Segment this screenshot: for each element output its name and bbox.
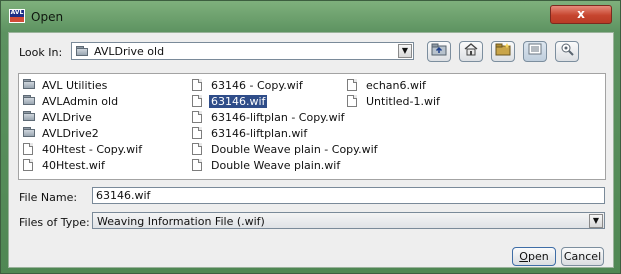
file-name: AVLAdmin old xyxy=(42,95,119,108)
folder-icon xyxy=(23,79,36,89)
open-button[interactable]: Open xyxy=(512,247,556,266)
file-name: 40Htest - Copy.wif xyxy=(42,143,143,156)
file-name: AVL Utilities xyxy=(42,79,108,92)
title-bar[interactable]: AVL Open x xyxy=(1,1,620,32)
folder-icon xyxy=(23,111,36,121)
file-name: 63146-liftplan.wif xyxy=(211,127,308,140)
file-name: 63146.wif xyxy=(207,94,269,109)
chevron-down-icon[interactable]: ▼ xyxy=(589,214,603,228)
file-name: echan6.wif xyxy=(366,79,426,92)
folder-icon xyxy=(23,127,36,137)
app-logo-icon: AVL xyxy=(9,9,25,23)
file-name-field[interactable]: 63146.wif xyxy=(92,187,605,204)
cancel-button[interactable]: Cancel xyxy=(561,247,604,266)
file-name-label: File Name: xyxy=(19,191,78,204)
folder-icon xyxy=(23,95,36,105)
up-one-level-button[interactable] xyxy=(427,41,451,62)
open-label: pen xyxy=(527,250,549,263)
details-view-icon xyxy=(561,43,574,56)
file-icon xyxy=(347,95,357,107)
dialog-body: Look In: AVLDrive old ▼ AVL Utilities AV… xyxy=(8,32,614,268)
file-icon xyxy=(23,159,33,171)
look-in-label: Look In: xyxy=(19,46,63,59)
file-icon xyxy=(347,79,357,91)
file-name: Untitled-1.wif xyxy=(366,95,440,108)
new-folder-icon xyxy=(495,43,511,56)
file-name: 63146 - Copy.wif xyxy=(211,79,303,92)
file-type-value: Weaving Information File (.wif) xyxy=(97,215,265,228)
close-icon: x xyxy=(577,7,585,21)
file-type-dropdown[interactable]: Weaving Information File (.wif) ▼ xyxy=(92,212,605,229)
file-type-label: Files of Type: xyxy=(19,216,90,229)
file-name: Double Weave plain - Copy.wif xyxy=(211,143,378,156)
file-list[interactable]: AVL Utilities AVLAdmin old AVLDrive AVLD… xyxy=(18,73,606,180)
list-view-button[interactable] xyxy=(523,41,547,62)
window-title: Open xyxy=(31,10,64,24)
file-name: 63146-liftplan - Copy.wif xyxy=(211,111,345,124)
open-dialog-window: AVL Open x Look In: AVLDrive old ▼ AVL U… xyxy=(0,0,621,274)
file-name: 40Htest.wif xyxy=(42,159,105,172)
home-icon xyxy=(464,43,478,56)
file-name: Double Weave plain.wif xyxy=(211,159,341,172)
open-mnemonic: O xyxy=(519,250,528,263)
close-button[interactable]: x xyxy=(550,5,612,24)
app-logo-text: AVL xyxy=(10,9,24,16)
file-icon xyxy=(23,143,33,155)
up-folder-icon xyxy=(431,43,447,56)
details-view-button[interactable] xyxy=(555,41,579,62)
list-view-icon xyxy=(528,43,542,55)
look-in-dropdown[interactable]: AVLDrive old ▼ xyxy=(71,42,414,60)
folder-icon xyxy=(76,46,89,56)
new-folder-button[interactable] xyxy=(491,41,515,62)
file-icon xyxy=(192,111,202,123)
home-button[interactable] xyxy=(459,41,483,62)
chevron-down-icon[interactable]: ▼ xyxy=(398,44,412,58)
file-icon xyxy=(192,95,202,107)
look-in-value: AVLDrive old xyxy=(94,45,165,58)
cancel-label: Cancel xyxy=(563,250,602,263)
file-icon xyxy=(192,159,202,171)
file-icon xyxy=(192,127,202,139)
file-name: AVLDrive2 xyxy=(42,127,99,140)
file-icon xyxy=(192,143,202,155)
file-name: AVLDrive xyxy=(42,111,92,124)
file-icon xyxy=(192,79,202,91)
